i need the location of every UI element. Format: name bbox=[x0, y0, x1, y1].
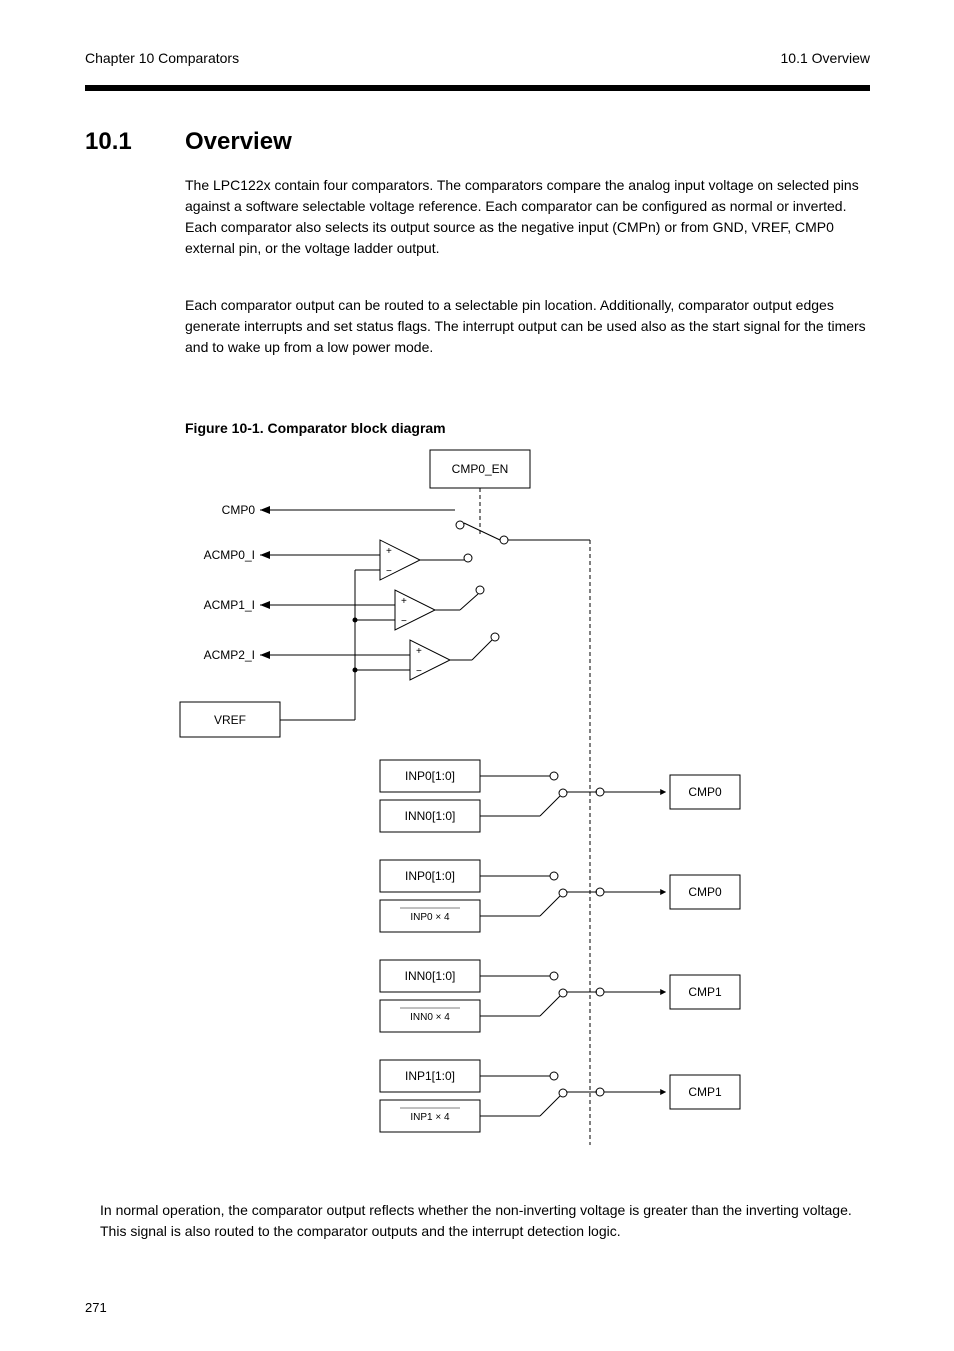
out-cmp1-b: CMP1 bbox=[688, 1085, 722, 1099]
footer-paragraph: In normal operation, the comparator outp… bbox=[100, 1200, 875, 1242]
acmp2-label: ACMP2_I bbox=[204, 648, 255, 662]
inn0x-label: INN0 × 4 bbox=[410, 1012, 450, 1023]
section-title: Overview bbox=[185, 128, 292, 156]
inn0-label: INN0[1:0] bbox=[405, 809, 456, 823]
page-number: 271 bbox=[85, 1300, 107, 1315]
chapter-label: Chapter 10 Comparators bbox=[85, 50, 239, 66]
plus-2: + bbox=[401, 596, 407, 607]
page-header: Chapter 10 Comparators 10.1 Overview bbox=[85, 50, 870, 72]
out-cmp0: CMP0 bbox=[688, 785, 722, 799]
inp0x-label: INP0 × 4 bbox=[410, 912, 450, 923]
inn0-row3: INN0[1:0] bbox=[405, 969, 456, 983]
plus-3: + bbox=[416, 646, 422, 657]
inp0-label: INP0[1:0] bbox=[405, 769, 455, 783]
out-cmp0-b: CMP0 bbox=[688, 885, 722, 899]
section-number: 10.1 bbox=[85, 128, 132, 156]
acmp1-label: ACMP1_I bbox=[204, 598, 255, 612]
header-rule bbox=[85, 85, 870, 91]
overview-paragraph-1: The LPC122x contain four comparators. Th… bbox=[185, 175, 875, 259]
minus-3: − bbox=[416, 666, 422, 677]
acmp0-label: ACMP0_I bbox=[204, 548, 255, 562]
vref-box: VREF bbox=[214, 713, 246, 727]
inp1-label: INP1[1:0] bbox=[405, 1069, 455, 1083]
out-cmp1: CMP1 bbox=[688, 985, 722, 999]
inp1x-label: INP1 × 4 bbox=[410, 1112, 450, 1123]
figure-caption: Figure 10-1. Comparator block diagram bbox=[185, 420, 446, 436]
inp0-row2: INP0[1:0] bbox=[405, 869, 455, 883]
cmp0-en-box: CMP0_EN bbox=[452, 462, 509, 476]
overview-paragraph-2: Each comparator output can be routed to … bbox=[185, 295, 875, 358]
minus-2: − bbox=[401, 616, 407, 627]
plus-1: + bbox=[386, 546, 392, 557]
page: Chapter 10 Comparators 10.1 Overview 10.… bbox=[0, 0, 954, 1351]
header-row: Chapter 10 Comparators 10.1 Overview bbox=[85, 50, 870, 72]
comparator-block-diagram: CMP0_EN CMP0 ACMP0_I + − bbox=[100, 440, 880, 1180]
minus-1: − bbox=[386, 566, 392, 577]
cmp0-input-label: CMP0 bbox=[222, 503, 256, 517]
section-label-right: 10.1 Overview bbox=[781, 50, 870, 66]
